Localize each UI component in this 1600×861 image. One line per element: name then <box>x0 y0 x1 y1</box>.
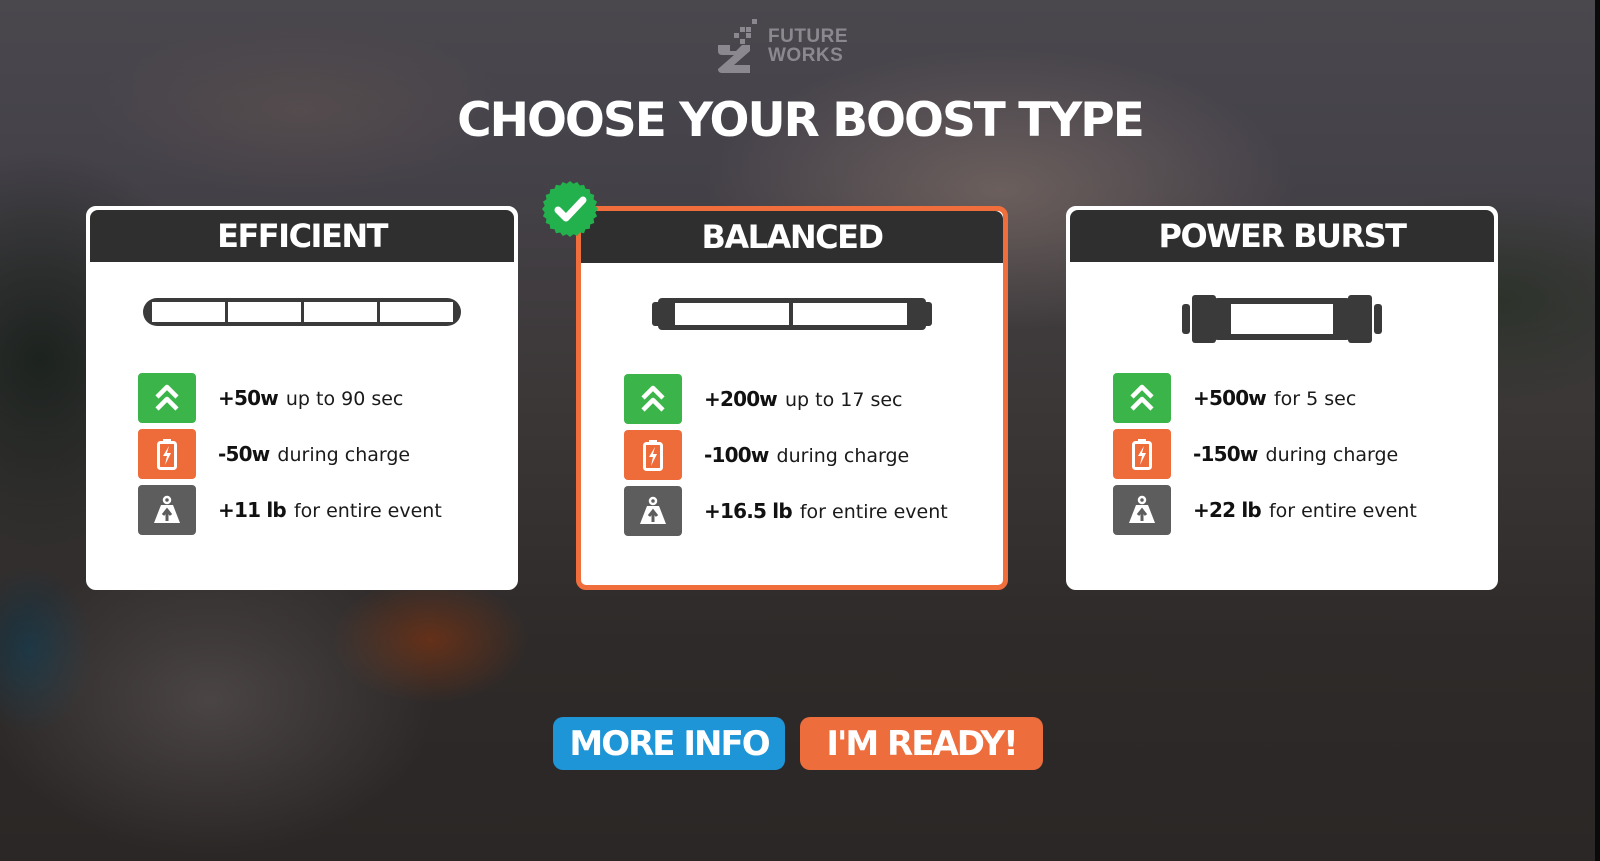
stat-charge: -100w during charge <box>624 427 948 483</box>
boost-card-power-burst[interactable]: POWER BURST +500w for 5 sec -150w during c… <box>1066 206 1498 590</box>
card-title: BALANCED <box>581 211 1003 263</box>
double-chevron-up-icon <box>1113 373 1171 423</box>
boost-card-balanced[interactable]: BALANCED +200w up to 17 sec -100w during c… <box>576 206 1008 590</box>
stat-desc: during charge <box>1265 443 1399 466</box>
future-works-logo: FUTURE WORKS <box>716 17 848 75</box>
battery-charge-icon <box>624 430 682 480</box>
stat-value: +500w <box>1193 385 1267 410</box>
stat-boost: +500w for 5 sec <box>1113 370 1417 426</box>
card-title: EFFICIENT <box>90 210 514 262</box>
stat-charge: -50w during charge <box>138 426 442 482</box>
stat-desc: for entire event <box>799 500 948 523</box>
boost-card-efficient[interactable]: EFFICIENT +50w up to 90 sec -50w during ch… <box>86 206 518 590</box>
battery-2-segment-icon <box>652 298 932 330</box>
weight-icon <box>1113 485 1171 535</box>
stats-list: +500w for 5 sec -150w during charge +22 lb… <box>1113 370 1417 538</box>
stat-boost: +50w up to 90 sec <box>138 370 442 426</box>
selected-check-badge-icon <box>542 181 598 237</box>
future-works-logo-icon <box>718 19 757 73</box>
battery-charge-icon <box>138 429 196 479</box>
stat-desc: during charge <box>277 443 411 466</box>
logo-text-line1: FUTURE <box>768 26 849 47</box>
stat-desc: for entire event <box>293 499 442 522</box>
double-chevron-up-icon <box>138 373 196 423</box>
stat-desc: up to 17 sec <box>784 388 903 411</box>
stat-desc: during charge <box>776 444 910 467</box>
stat-value: +22 lb <box>1193 497 1262 522</box>
stat-value: -50w <box>218 441 270 466</box>
stat-desc: for entire event <box>1268 499 1417 522</box>
stat-desc: for 5 sec <box>1273 387 1357 410</box>
more-info-button[interactable]: MORE INFO <box>553 717 785 770</box>
stat-value: +50w <box>218 385 279 410</box>
battery-4-segment-icon <box>143 298 461 326</box>
stats-list: +50w up to 90 sec -50w during charge +11 l… <box>138 370 442 538</box>
battery-1-segment-icon <box>1182 295 1382 343</box>
stats-list: +200w up to 17 sec -100w during charge +16… <box>624 371 948 539</box>
card-title: POWER BURST <box>1070 210 1494 262</box>
stat-weight: +11 lb for entire event <box>138 482 442 538</box>
stat-weight: +22 lb for entire event <box>1113 482 1417 538</box>
stat-desc: up to 90 sec <box>285 387 404 410</box>
stat-boost: +200w up to 17 sec <box>624 371 948 427</box>
weight-icon <box>138 485 196 535</box>
stat-value: +16.5 lb <box>704 498 793 523</box>
page-title: CHOOSE YOUR BOOST TYPE <box>457 93 1145 148</box>
stat-value: +200w <box>704 386 778 411</box>
stat-charge: -150w during charge <box>1113 426 1417 482</box>
stat-value: +11 lb <box>218 497 287 522</box>
double-chevron-up-icon <box>624 374 682 424</box>
battery-charge-icon <box>1113 429 1171 479</box>
im-ready-button[interactable]: I'M READY! <box>800 717 1043 770</box>
weight-icon <box>624 486 682 536</box>
logo-text-line2: WORKS <box>768 45 844 66</box>
stat-weight: +16.5 lb for entire event <box>624 483 948 539</box>
stat-value: -100w <box>704 442 769 467</box>
stat-value: -150w <box>1193 441 1258 466</box>
